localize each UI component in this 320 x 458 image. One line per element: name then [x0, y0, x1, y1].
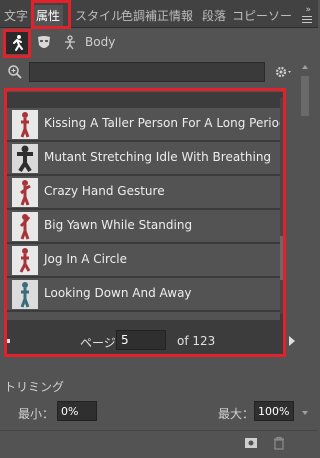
- search-input[interactable]: [29, 62, 265, 82]
- list-scrollbar[interactable]: [280, 98, 286, 314]
- trimming-title: トリミング: [4, 380, 65, 394]
- tab-info[interactable]: 情報: [169, 5, 193, 27]
- animation-thumbnail: [12, 212, 38, 241]
- tab-clone-source[interactable]: コピーソー: [232, 5, 292, 27]
- page-total: of 123: [177, 334, 216, 348]
- next-page-arrow-icon[interactable]: [287, 335, 297, 347]
- outer-scroll-thumb[interactable]: [301, 76, 309, 116]
- page-indicator-dot: [6, 339, 10, 343]
- list-item[interactable]: Crazy Hand Gesture: [6, 176, 280, 209]
- tab-paragraph[interactable]: 段落: [202, 5, 226, 27]
- body-label: Body: [85, 35, 116, 49]
- list-item[interactable]: Kissing A Taller Person For A Long Perio…: [6, 108, 287, 141]
- panel-options-icon[interactable]: [302, 16, 312, 23]
- trim-min-label: 最小：: [18, 407, 55, 421]
- zoom-search-icon: [7, 64, 23, 83]
- list-scroll-thumb[interactable]: [280, 236, 286, 280]
- figure-pose-icon: [65, 35, 75, 50]
- tab-adjustments[interactable]: 色調補正: [121, 5, 169, 27]
- settings-gear-icon[interactable]: [274, 64, 294, 83]
- properties-subtoolbar: Body: [0, 28, 318, 56]
- tab-properties[interactable]: 属性: [33, 5, 64, 27]
- animation-label: Big Yawn While Standing: [44, 218, 193, 232]
- scroll-down-arrow-icon[interactable]: [298, 406, 312, 420]
- animation-mode-button[interactable]: [6, 32, 28, 54]
- tab-styles[interactable]: スタイル: [75, 5, 123, 27]
- animation-label: Looking Down And Away: [44, 286, 192, 300]
- trim-min-input[interactable]: [57, 401, 97, 421]
- list-item[interactable]: Big Yawn While Standing: [6, 210, 280, 243]
- list-item[interactable]: Looking Down And Away: [6, 278, 280, 311]
- outer-scrollbar[interactable]: [298, 60, 312, 420]
- list-item[interactable]: Mutant Stretching Idle With Breathing: [6, 142, 280, 175]
- mask-icon: [38, 36, 50, 48]
- running-figure-icon: [13, 35, 23, 51]
- search-row: [0, 60, 318, 84]
- animation-list: Kissing A Taller Person For A Long Perio…: [6, 92, 287, 356]
- list-item-partial[interactable]: [6, 312, 280, 320]
- trim-max-label: 最大：: [218, 407, 255, 421]
- animation-thumbnail: [12, 280, 38, 309]
- animation-label: Kissing A Taller Person For A Long Perio…: [44, 116, 287, 130]
- new-item-icon[interactable]: [244, 436, 258, 450]
- tab-text[interactable]: 文字: [4, 5, 28, 27]
- page-number-input[interactable]: [116, 330, 166, 350]
- pager: ページ of 123: [0, 328, 318, 354]
- mask-mode-button[interactable]: [33, 32, 55, 54]
- list-item[interactable]: Jog In A Circle: [6, 244, 280, 277]
- trim-max-input[interactable]: [254, 401, 294, 421]
- animation-label: Crazy Hand Gesture: [44, 184, 165, 198]
- bottom-toolbar: [0, 430, 318, 458]
- animation-label: Jog In A Circle: [44, 252, 127, 266]
- animation-thumbnail: [12, 110, 38, 139]
- trash-icon[interactable]: [272, 436, 286, 450]
- animation-thumbnail: [12, 144, 38, 173]
- body-mode-button[interactable]: [59, 32, 81, 54]
- animation-thumbnail: [12, 178, 38, 207]
- animation-thumbnail: [12, 246, 38, 275]
- panel-tab-bar: 文字 属性 スタイル 色調補正 情報 段落 コピーソー »: [0, 0, 318, 28]
- scroll-up-arrow-icon[interactable]: [298, 60, 312, 74]
- page-label: ページ: [80, 336, 116, 350]
- animation-label: Mutant Stretching Idle With Breathing: [44, 150, 272, 164]
- panel-menu-icon[interactable]: »: [305, 2, 312, 16]
